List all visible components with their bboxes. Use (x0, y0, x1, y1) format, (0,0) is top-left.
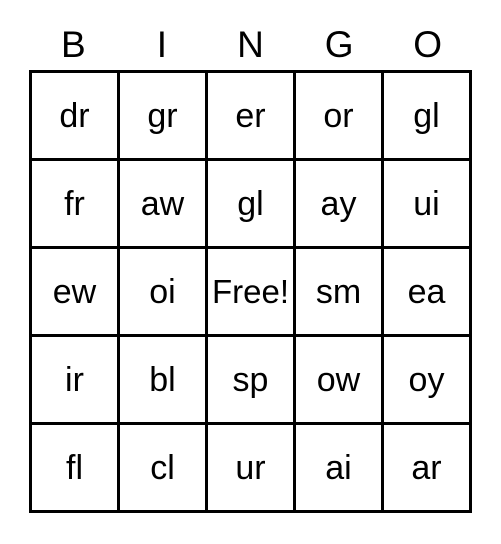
bingo-cell-label: fl (66, 448, 83, 487)
bingo-header-letter-o: O (413, 23, 443, 65)
bingo-cell[interactable]: ui (384, 161, 472, 249)
bingo-cell-label: ar (411, 448, 442, 487)
bingo-cell[interactable]: bl (120, 337, 208, 425)
bingo-cell-label: sp (232, 360, 269, 399)
bingo-row: dr gr er or gl (32, 73, 472, 161)
bingo-cell-label: gl (237, 184, 264, 223)
bingo-header-letter-b: B (60, 23, 86, 65)
bingo-cell[interactable]: ow (296, 337, 384, 425)
bingo-row: fl cl ur ai ar (32, 425, 472, 513)
bingo-row: ir bl sp ow oy (32, 337, 472, 425)
bingo-free-space-label: Free! (211, 273, 290, 310)
bingo-cell[interactable]: oi (120, 249, 208, 337)
bingo-cell[interactable]: ew (32, 249, 120, 337)
bingo-cell-label: cl (150, 448, 175, 487)
bingo-cell-label: ur (235, 448, 266, 487)
bingo-cell[interactable]: sp (208, 337, 296, 425)
bingo-cell-label: sm (315, 272, 362, 311)
bingo-header-letter-g: G (324, 23, 354, 65)
bingo-cell[interactable]: oy (384, 337, 472, 425)
bingo-cell-label: fr (64, 184, 85, 223)
bingo-cell[interactable]: or (296, 73, 384, 161)
bingo-cell-label: aw (140, 184, 185, 223)
bingo-cell[interactable]: er (208, 73, 296, 161)
bingo-cell-label: bl (149, 360, 176, 399)
bingo-cell-label: gl (413, 96, 440, 135)
bingo-cell-label: gr (147, 96, 178, 135)
bingo-row: ew oi Free! sm ea (32, 249, 472, 337)
bingo-cell-label: oy (408, 360, 445, 399)
bingo-header-letter-i: I (156, 23, 168, 65)
bingo-cell-label: oi (149, 272, 176, 311)
bingo-cell[interactable]: fl (32, 425, 120, 513)
bingo-cell[interactable]: ur (208, 425, 296, 513)
bingo-cell[interactable]: dr (32, 73, 120, 161)
bingo-cell[interactable]: ar (384, 425, 472, 513)
bingo-cell-label: or (323, 96, 354, 135)
bingo-cell[interactable]: ir (32, 337, 120, 425)
bingo-cell[interactable]: cl (120, 425, 208, 513)
bingo-cell-label: ay (320, 184, 357, 223)
bingo-row: fr aw gl ay ui (32, 161, 472, 249)
bingo-cell[interactable]: ea (384, 249, 472, 337)
bingo-cell[interactable]: aw (120, 161, 208, 249)
bingo-cell[interactable]: sm (296, 249, 384, 337)
bingo-cell[interactable]: gl (208, 161, 296, 249)
bingo-cell-label: ui (413, 184, 440, 223)
bingo-grid: dr gr er or gl fr aw gl ay ui ew oi Free… (29, 70, 472, 513)
bingo-free-space-cell[interactable]: Free! (208, 249, 296, 337)
bingo-cell[interactable]: ai (296, 425, 384, 513)
bingo-cell-label: ow (316, 360, 361, 399)
bingo-cell-label: er (235, 96, 266, 135)
bingo-cell-label: ir (65, 360, 84, 399)
bingo-cell-label: ea (407, 272, 446, 311)
bingo-cell-label: ai (325, 448, 352, 487)
bingo-cell[interactable]: gr (120, 73, 208, 161)
bingo-cell-label: ew (52, 272, 97, 311)
bingo-card: B I N G O dr gr er or gl fr aw gl ay ui … (29, 18, 472, 513)
bingo-cell[interactable]: ay (296, 161, 384, 249)
bingo-header-row: B I N G O (29, 18, 472, 70)
bingo-header-letter-n: N (237, 23, 264, 65)
bingo-cell-label: dr (59, 96, 90, 135)
bingo-cell[interactable]: fr (32, 161, 120, 249)
bingo-cell[interactable]: gl (384, 73, 472, 161)
